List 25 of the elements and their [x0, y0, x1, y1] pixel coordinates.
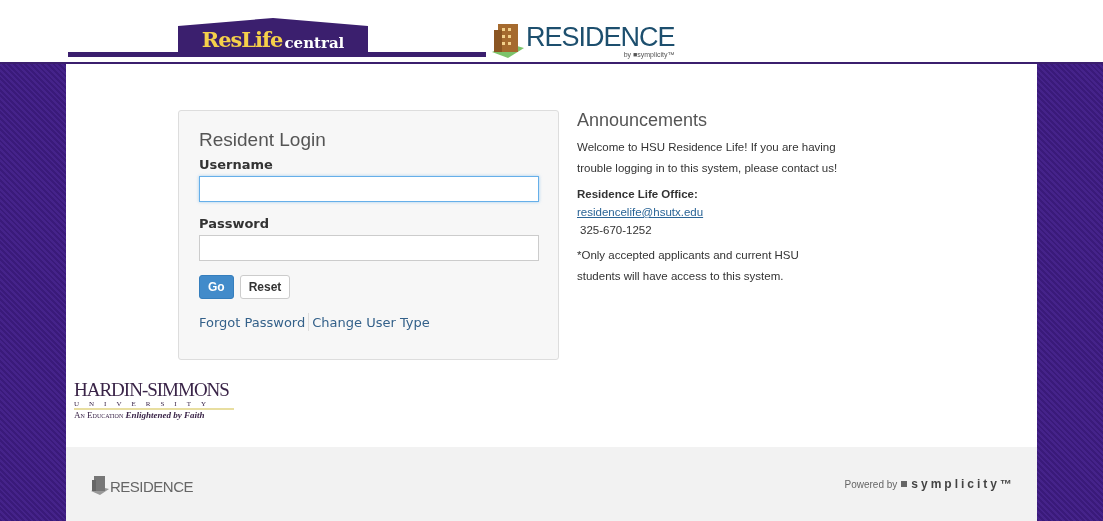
announcements-title: Announcements	[577, 110, 709, 131]
email-link[interactable]: residencelife@hsutx.edu	[577, 203, 839, 221]
square-icon	[901, 481, 908, 487]
university-logo-name: HARDIN-SIMMONS	[74, 380, 230, 400]
symplicity-logo-text: symplicity™	[911, 477, 1015, 491]
link[interactable]: Forgot Password	[199, 314, 306, 330]
input-field[interactable]	[199, 176, 539, 202]
input-field[interactable]	[199, 235, 539, 261]
office-heading: Residence Life Office:	[577, 187, 699, 202]
tagline: An Education	[74, 410, 124, 420]
phone-number: 325-670-1252	[579, 223, 653, 238]
residence-logo-text: RESIDENCE	[526, 23, 675, 51]
reslife-logo: ResLifecentral	[178, 18, 368, 54]
powered-by-text: Powered by	[844, 478, 898, 490]
link[interactable]: Change User Type	[312, 314, 430, 330]
residence-footer-logo: RESIDENCE	[110, 478, 194, 495]
tagline: Enlightened by Faith	[125, 410, 205, 420]
building-icon	[90, 473, 110, 495]
welcome-text: Welcome to HSU Residence Life! If you are having trouble logging in to this system, please contact us!	[577, 140, 839, 176]
login-title: Resident Login	[199, 129, 327, 151]
access-note: *Only accepted applicants and current HSU students will have access to this system.	[577, 248, 800, 284]
reset-button[interactable]: Reset	[239, 275, 291, 299]
field-label: Username	[199, 157, 274, 172]
submit-button[interactable]: Go	[199, 275, 234, 299]
field-label: Password	[199, 216, 271, 231]
